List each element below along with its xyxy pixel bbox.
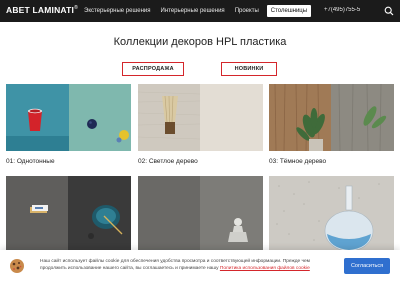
logo-registered-mark: ® <box>74 5 78 12</box>
site-header: ABET LAMINATI® Экстерьерные решения Инте… <box>0 0 400 22</box>
collection-image-4[interactable] <box>6 176 131 250</box>
logo[interactable]: ABET LAMINATI® <box>6 5 78 15</box>
nav-item-interior[interactable]: Интерьерные решения <box>161 8 225 14</box>
new-filter-button[interactable]: НОВИНКИ <box>221 62 277 76</box>
collection-card-light-wood[interactable] <box>138 84 263 151</box>
cookie-banner: Наш сайт использует файлы cookie для обе… <box>0 250 400 281</box>
collection-card-dark-wood[interactable] <box>269 84 394 151</box>
collection-card-solid[interactable] <box>6 84 131 151</box>
sale-filter-button[interactable]: РАСПРОДАЖА <box>122 62 184 76</box>
collection-label-solid[interactable]: 01: Однотонные <box>6 158 55 165</box>
cookie-message: Наш сайт использует файлы cookie для обе… <box>40 258 336 272</box>
collection-image-solid[interactable] <box>6 84 131 151</box>
collection-card-4[interactable] <box>6 176 131 250</box>
collection-card-6[interactable] <box>269 176 394 250</box>
phone-number[interactable]: +7(495)755-5 <box>324 7 368 13</box>
cookie-policy-link[interactable]: Политика использования файлов cookie <box>220 266 310 271</box>
nav-item-countertops[interactable]: Столешницы <box>266 5 312 17</box>
collection-label-light-wood[interactable]: 02: Светлое дерево <box>138 158 198 165</box>
nav-item-projects[interactable]: Проекты <box>235 8 259 14</box>
search-icon[interactable] <box>384 6 394 16</box>
accept-cookies-button[interactable]: Согласиться <box>344 258 390 274</box>
main-nav: Экстерьерные решения Интерьерные решения… <box>84 0 321 22</box>
page-title: Коллекции декоров HPL пластика <box>113 36 287 48</box>
nav-item-exterior[interactable]: Экстерьерные решения <box>84 8 151 14</box>
cookie-icon <box>10 259 24 273</box>
collection-image-5[interactable] <box>138 176 263 250</box>
collection-image-6[interactable] <box>269 176 394 250</box>
collection-image-light-wood[interactable] <box>138 84 263 151</box>
collection-label-dark-wood[interactable]: 03: Тёмное дерево <box>269 158 326 165</box>
logo-text: ABET LAMINATI <box>6 5 75 15</box>
collection-card-5[interactable] <box>138 176 263 250</box>
collection-image-dark-wood[interactable] <box>269 84 394 151</box>
